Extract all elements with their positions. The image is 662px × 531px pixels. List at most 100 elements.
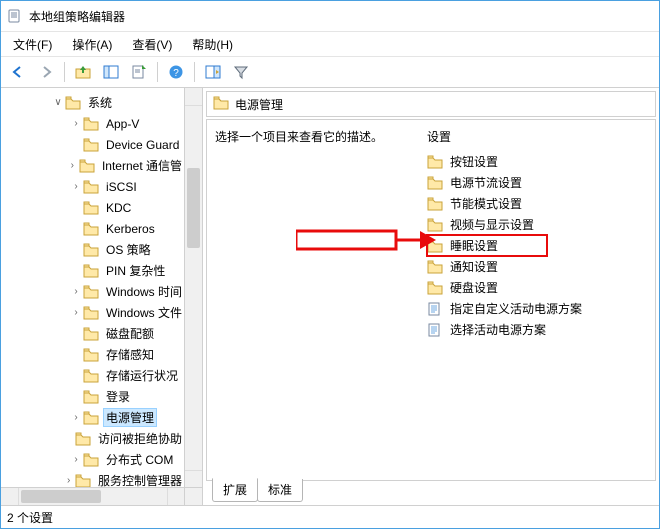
chevron-right-icon[interactable]: ›	[69, 118, 83, 129]
folder-icon	[83, 243, 99, 257]
folder-icon	[83, 117, 99, 131]
statusbar: 2 个设置	[1, 505, 659, 528]
chevron-right-icon[interactable]: ›	[66, 160, 79, 171]
tree-item-label: 分布式 COM	[103, 450, 176, 469]
properties-button[interactable]	[126, 59, 152, 85]
column-header-settings[interactable]: 设置	[413, 124, 655, 151]
chevron-right-icon[interactable]: ›	[69, 181, 83, 192]
folder-icon	[427, 259, 443, 275]
description-text: 选择一个项目来查看它的描述。	[215, 130, 383, 144]
scroll-corner	[184, 487, 202, 505]
folder-icon	[83, 138, 99, 152]
settings-item[interactable]: 指定自定义活动电源方案	[427, 298, 655, 319]
tree-vertical-scrollbar[interactable]	[184, 88, 202, 488]
tree-item[interactable]: 访问被拒绝协助	[1, 428, 185, 449]
tree-item[interactable]: ›Windows 文件	[1, 302, 185, 323]
tab-standard[interactable]: 标准	[257, 479, 303, 502]
folder-icon	[83, 390, 99, 404]
toolbar-separator	[157, 62, 158, 82]
toolbar-separator	[194, 62, 195, 82]
folder-icon	[65, 96, 81, 110]
settings-item-label: 睡眠设置	[447, 236, 501, 255]
settings-folder-item[interactable]: 视频与显示设置	[427, 214, 655, 235]
folder-icon	[75, 474, 91, 488]
tree-item-label: PIN 复杂性	[103, 261, 168, 280]
tree-item-label: 访问被拒绝协助	[95, 429, 185, 448]
chevron-right-icon[interactable]: ›	[69, 412, 83, 423]
tree-item-label: 存储运行状况	[103, 366, 181, 385]
chevron-right-icon[interactable]: ›	[69, 286, 83, 297]
show-hide-tree-button[interactable]	[98, 59, 124, 85]
tree-item[interactable]: ›App-V	[1, 113, 185, 134]
folder-icon	[83, 264, 99, 278]
tree-item-label: 存储感知	[103, 345, 157, 364]
settings-folder-item[interactable]: 通知设置	[427, 256, 655, 277]
titlebar: 本地组策略编辑器	[1, 1, 659, 32]
tree-item[interactable]: PIN 复杂性	[1, 260, 185, 281]
folder-icon	[83, 453, 99, 467]
menu-view[interactable]: 查看(V)	[124, 34, 180, 55]
tree-item[interactable]: OS 策略	[1, 239, 185, 260]
folder-icon	[83, 327, 99, 341]
status-text: 2 个设置	[7, 509, 53, 526]
tree-item[interactable]: Kerberos	[1, 218, 185, 239]
detail-pane: 电源管理 选择一个项目来查看它的描述。 设置 按钮设置电源节流设置节能模式设置视…	[203, 88, 659, 505]
tree[interactable]: ∨系统›App-VDevice Guard›Internet 通信管›iSCSI…	[1, 88, 185, 488]
menu-action[interactable]: 操作(A)	[64, 34, 120, 55]
detail-tabs: 扩展 标准	[206, 481, 656, 503]
filter-button[interactable]	[228, 59, 254, 85]
tree-item[interactable]: › 电源管理	[1, 407, 185, 428]
app-window: 本地组策略编辑器 文件(F) 操作(A) 查看(V) 帮助(H)	[0, 0, 660, 529]
tree-item-label: iSCSI	[103, 179, 140, 195]
menu-help[interactable]: 帮助(H)	[184, 34, 241, 55]
tab-extended[interactable]: 扩展	[212, 478, 258, 502]
tree-item[interactable]: 登录	[1, 386, 185, 407]
folder-icon	[427, 175, 443, 191]
chevron-down-icon[interactable]: ∨	[51, 97, 65, 108]
tree-item-label: 电源管理	[103, 408, 157, 427]
toolbar: ?	[1, 57, 659, 88]
detail-header-label: 电源管理	[235, 96, 283, 113]
folder-icon	[83, 285, 99, 299]
folder-icon	[427, 154, 443, 170]
settings-item[interactable]: 选择活动电源方案	[427, 319, 655, 340]
app-icon	[7, 8, 23, 24]
tree-item[interactable]: 存储感知	[1, 344, 185, 365]
settings-item-label: 节能模式设置	[447, 194, 525, 213]
settings-folder-item[interactable]: 电源节流设置	[427, 172, 655, 193]
chevron-right-icon[interactable]: ›	[69, 307, 83, 318]
tree-pane: ∨系统›App-VDevice Guard›Internet 通信管›iSCSI…	[1, 88, 203, 505]
tree-item[interactable]: 存储运行状况	[1, 365, 185, 386]
settings-folder-item[interactable]: 睡眠设置	[427, 235, 547, 256]
tree-horizontal-scrollbar[interactable]	[1, 487, 185, 505]
settings-item-label: 选择活动电源方案	[447, 320, 549, 339]
up-button[interactable]	[70, 59, 96, 85]
tree-item[interactable]: › 分布式 COM	[1, 449, 185, 470]
chevron-right-icon[interactable]: ›	[69, 454, 83, 465]
forward-button[interactable]	[33, 59, 59, 85]
tree-item-label: 登录	[103, 387, 133, 406]
menu-file[interactable]: 文件(F)	[5, 34, 60, 55]
settings-folder-item[interactable]: 按钮设置	[427, 151, 655, 172]
folder-icon	[83, 306, 99, 320]
help-button[interactable]: ?	[163, 59, 189, 85]
back-button[interactable]	[5, 59, 31, 85]
settings-item-label: 按钮设置	[447, 152, 501, 171]
tree-item[interactable]: ›服务控制管理器	[1, 470, 185, 488]
tree-item[interactable]: › iSCSI	[1, 176, 185, 197]
settings-folder-item[interactable]: 节能模式设置	[427, 193, 655, 214]
settings-item-label: 通知设置	[447, 257, 501, 276]
tree-item[interactable]: 磁盘配额	[1, 323, 185, 344]
tree-item[interactable]: Device Guard	[1, 134, 185, 155]
tree-item[interactable]: ›Windows 时间	[1, 281, 185, 302]
folder-icon	[79, 159, 95, 173]
settings-list: 设置 按钮设置电源节流设置节能模式设置视频与显示设置睡眠设置通知设置硬盘设置指定…	[413, 120, 655, 480]
settings-folder-item[interactable]: 硬盘设置	[427, 277, 655, 298]
chevron-right-icon[interactable]: ›	[62, 475, 75, 486]
policy-icon	[427, 322, 443, 338]
options-button[interactable]	[200, 59, 226, 85]
tree-item[interactable]: ›Internet 通信管	[1, 155, 185, 176]
tree-item[interactable]: KDC	[1, 197, 185, 218]
tree-item-root[interactable]: ∨系统	[1, 92, 185, 113]
folder-icon	[83, 348, 99, 362]
